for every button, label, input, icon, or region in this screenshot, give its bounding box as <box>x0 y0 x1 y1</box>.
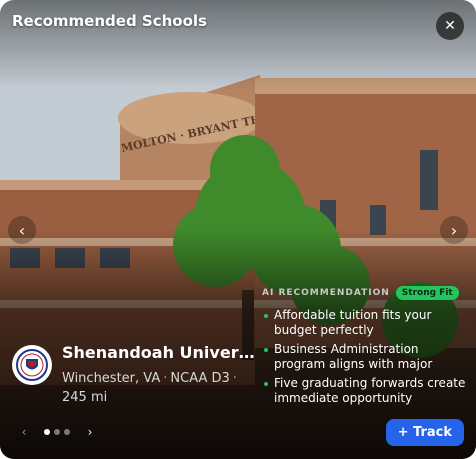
school-name: Shenandoah University <box>62 343 258 362</box>
university-seal-icon <box>12 345 52 385</box>
close-button[interactable]: ✕ <box>436 12 464 40</box>
page-dot[interactable] <box>64 429 70 435</box>
school-meta: Winchester, VA · NCAA D3 · 245 mi <box>62 371 237 405</box>
carousel-prev-button[interactable]: ‹ <box>8 216 36 244</box>
school-distance: 245 mi <box>62 390 108 405</box>
school-recommendation-card: MOLTON · BRYANT THEATRE Recommended Scho… <box>0 0 476 459</box>
reason-list: Affordable tuition fits your budget perf… <box>262 308 466 406</box>
carousel-next-button[interactable]: › <box>440 216 468 244</box>
chevron-right-icon: › <box>450 220 458 240</box>
close-icon: ✕ <box>444 18 456 34</box>
pager-next-button[interactable]: › <box>82 425 98 439</box>
card-title: Recommended Schools <box>12 12 207 30</box>
track-button[interactable]: + Track <box>385 419 464 446</box>
reason-item: Affordable tuition fits your budget perf… <box>262 308 466 338</box>
page-dots <box>42 429 72 435</box>
page-dot[interactable] <box>54 429 60 435</box>
page-dot[interactable] <box>44 429 50 435</box>
reason-item: Five graduating forwards create immediat… <box>262 376 466 406</box>
ai-recommendation-label: AI RECOMMENDATION <box>262 288 390 298</box>
pager: ‹ › <box>16 425 98 439</box>
school-location: Winchester, VA <box>62 371 161 386</box>
school-division: NCAA D3 <box>170 371 230 386</box>
chevron-left-icon: ‹ <box>18 220 26 240</box>
pager-prev-button[interactable]: ‹ <box>16 425 32 439</box>
reason-item: Business Administration program aligns w… <box>262 342 466 372</box>
fit-badge: Strong Fit <box>395 286 459 300</box>
ai-recommendation: AI RECOMMENDATION Strong Fit Affordable … <box>262 286 466 410</box>
